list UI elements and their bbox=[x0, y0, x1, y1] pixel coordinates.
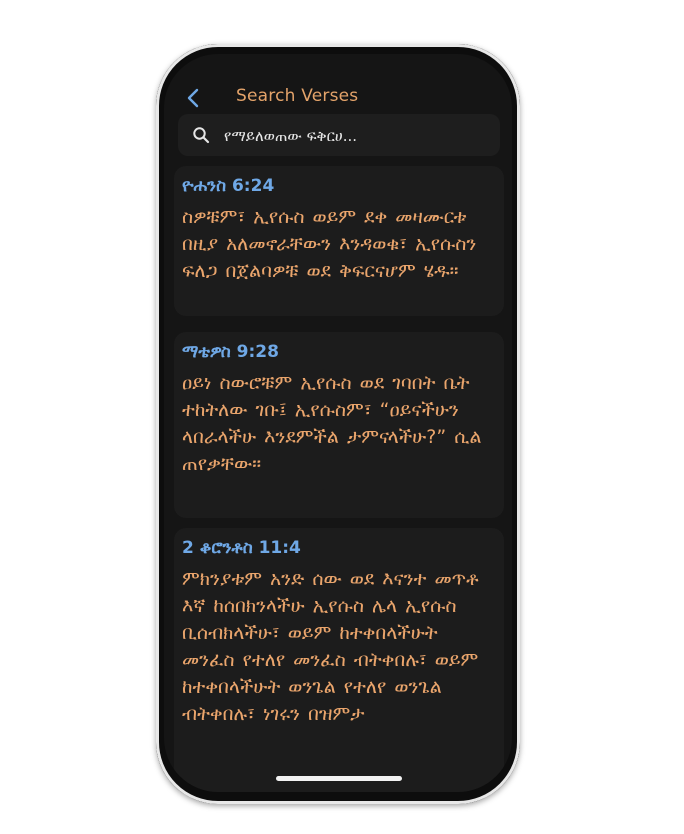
app-screen: Search Verses ዮሐንስ 6:24 ስዎቹም፣ ኢየሱስ ወይም ደ… bbox=[164, 54, 512, 792]
verse-text: ምክንያቱም አንድ ሰው ወደ እናንተ መጥቶ እኛ ከሰበክንላችሁ ኢየ… bbox=[182, 568, 479, 725]
header: Search Verses bbox=[164, 78, 512, 118]
verse-reference: ዮሐንስ 6:24 bbox=[182, 176, 275, 196]
verse-reference: ማቴዎስ 9:28 bbox=[182, 342, 279, 362]
home-indicator[interactable] bbox=[276, 776, 402, 781]
search-bar[interactable] bbox=[178, 114, 500, 156]
verse-text: ስዎቹም፣ ኢየሱስ ወይም ደቀ መዛሙርቱ በዚያ አለመኖራቸውን እንዳ… bbox=[182, 206, 477, 282]
page-title: Search Verses bbox=[236, 86, 359, 106]
verse-text: ዐይነ ስውሮቹም ኢየሱስ ወደ ገባበት ቤት ተከትለው ገቡ፤ ኢየሱስ… bbox=[182, 372, 482, 475]
search-input[interactable] bbox=[222, 120, 486, 152]
chevron-left-icon bbox=[187, 88, 199, 108]
result-card[interactable]: ዮሐንስ 6:24 ስዎቹም፣ ኢየሱስ ወይም ደቀ መዛሙርቱ በዚያ አለ… bbox=[174, 166, 504, 316]
search-icon bbox=[193, 127, 210, 144]
verse-reference: 2 ቆሮንቶስ 11:4 bbox=[182, 538, 301, 558]
back-button[interactable] bbox=[182, 84, 206, 112]
result-card[interactable]: 2 ቆሮንቶስ 11:4 ምክንያቱም አንድ ሰው ወደ እናንተ መጥቶ እ… bbox=[174, 528, 504, 792]
result-card[interactable]: ማቴዎስ 9:28 ዐይነ ስውሮቹም ኢየሱስ ወደ ገባበት ቤት ተከትለ… bbox=[174, 332, 504, 518]
